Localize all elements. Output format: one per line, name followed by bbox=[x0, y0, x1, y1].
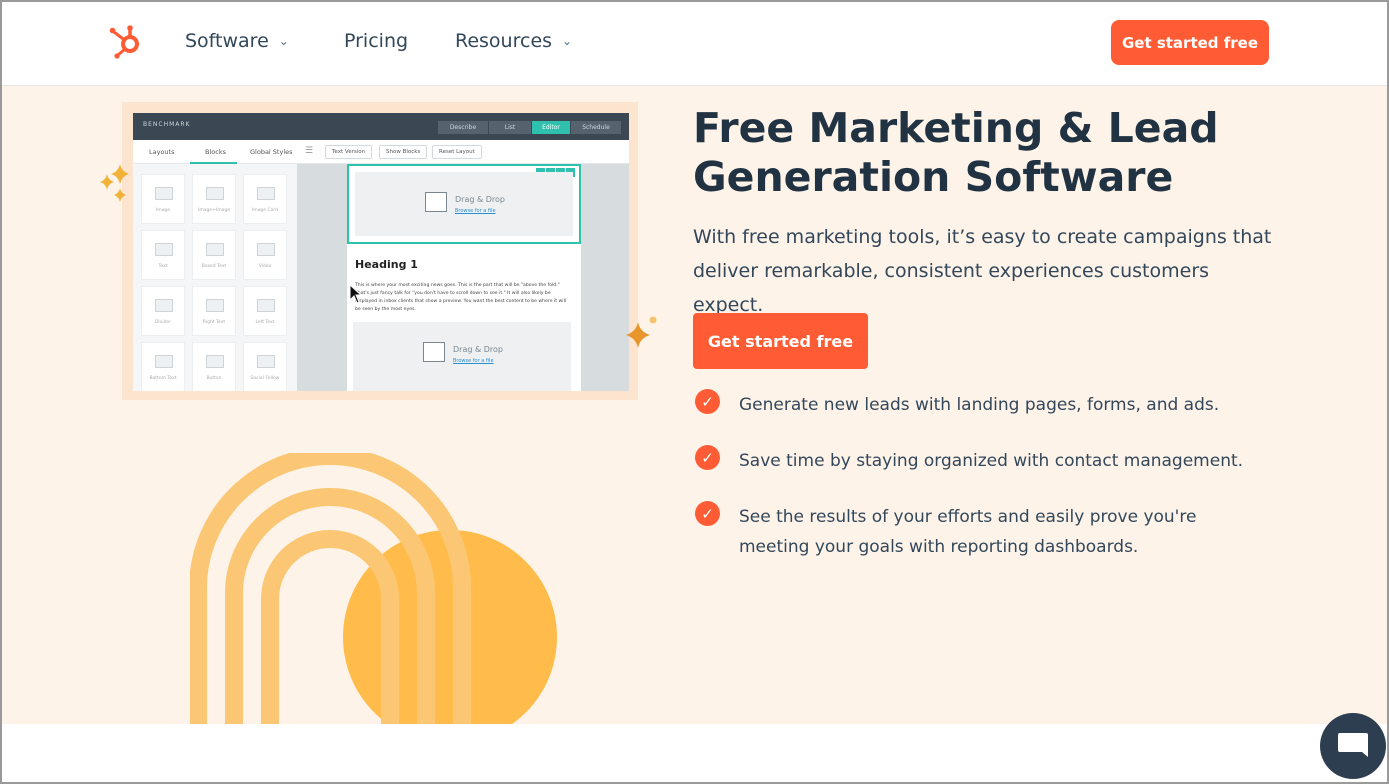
chat-bubble-icon bbox=[1338, 733, 1368, 757]
product-screenshot: BENCHMARK Describe List Editor Schedule … bbox=[133, 113, 629, 391]
benefit-text: Generate new leads with landing pages, f… bbox=[739, 395, 1220, 415]
tab-global-styles: Global Styles bbox=[250, 148, 293, 156]
show-blocks-pill: Show Blocks bbox=[379, 145, 428, 159]
checkmark-icon: ✓ bbox=[695, 445, 720, 470]
browse-link: Browse for a file bbox=[453, 358, 494, 364]
header-get-started-button[interactable]: Get started free bbox=[1111, 20, 1269, 65]
chevron-down-icon: ⌄ bbox=[562, 34, 573, 48]
nav-resources-label: Resources bbox=[455, 30, 553, 52]
block-tile: Image bbox=[141, 174, 185, 224]
checkmark-icon: ✓ bbox=[695, 501, 720, 526]
block-tile: Bottom Text bbox=[141, 342, 185, 391]
step-describe: Describe bbox=[438, 121, 488, 134]
email-heading: Heading 1 bbox=[355, 258, 418, 271]
decorative-arches-graphic bbox=[189, 447, 570, 724]
step-list: List bbox=[489, 121, 531, 134]
nav-pricing-label: Pricing bbox=[344, 30, 409, 52]
nav-software[interactable]: Software ⌄ bbox=[185, 30, 289, 52]
blocks-panel: Image Image+Image Image Card Text Boxed … bbox=[133, 164, 297, 391]
chat-launcher-button[interactable] bbox=[1320, 713, 1386, 779]
block-tile: Text bbox=[141, 230, 185, 280]
nav-software-label: Software bbox=[185, 30, 269, 52]
image-icon bbox=[425, 192, 447, 212]
hero-get-started-button[interactable]: Get started free bbox=[693, 313, 868, 369]
email-preview: Drag & Drop Browse for a file Heading 1 … bbox=[347, 164, 581, 391]
editor-topbar: BENCHMARK Describe List Editor Schedule bbox=[133, 113, 629, 140]
text-version-pill: Text Version bbox=[325, 145, 373, 159]
tab-blocks: Blocks bbox=[205, 148, 226, 156]
chevron-down-icon: ⌄ bbox=[278, 34, 289, 48]
drag-drop-title: Drag & Drop bbox=[455, 195, 505, 204]
block-tile: Boxed Text bbox=[192, 230, 236, 280]
block-tile: Left Text bbox=[243, 286, 287, 336]
nav-resources[interactable]: Resources ⌄ bbox=[455, 30, 572, 52]
drag-drop-zone: Drag & Drop Browse for a file bbox=[347, 164, 581, 244]
editor-brand: BENCHMARK bbox=[143, 121, 191, 128]
image-icon bbox=[423, 342, 445, 362]
page-below-hero bbox=[0, 724, 1389, 784]
block-tile: Right Text bbox=[192, 286, 236, 336]
menu-icon: ☰ bbox=[305, 146, 314, 156]
block-tile: Video bbox=[243, 230, 287, 280]
hubspot-logo-icon[interactable] bbox=[108, 24, 144, 60]
step-editor: Editor bbox=[532, 121, 570, 134]
tab-layouts: Layouts bbox=[149, 148, 175, 156]
editor-tabs: Layouts Blocks Global Styles ☰ Text Vers… bbox=[133, 140, 629, 164]
email-canvas: Drag & Drop Browse for a file Heading 1 … bbox=[297, 164, 629, 391]
step-schedule: Schedule bbox=[571, 121, 621, 134]
mouse-cursor-icon bbox=[349, 283, 363, 308]
benefit-text: See the results of your efforts and easi… bbox=[739, 507, 1197, 557]
hero-title: Free Marketing & Lead Generation Softwar… bbox=[693, 104, 1219, 201]
drag-drop-zone-2: Drag & Drop Browse for a file bbox=[353, 322, 571, 391]
site-header: Software ⌄ Pricing Resources ⌄ Get start… bbox=[0, 0, 1389, 86]
block-tile: Image Card bbox=[243, 174, 287, 224]
hero-subtitle: With free marketing tools, it’s easy to … bbox=[693, 226, 1272, 316]
sparkle-icon bbox=[625, 314, 661, 358]
nav-pricing[interactable]: Pricing bbox=[344, 30, 408, 52]
browse-link: Browse for a file bbox=[455, 208, 496, 214]
block-tile: Button bbox=[192, 342, 236, 391]
sparkle-icon bbox=[98, 164, 134, 210]
email-body: This is where your most exciting news go… bbox=[355, 283, 567, 312]
checkmark-icon: ✓ bbox=[695, 389, 720, 414]
block-tile: Social Follow bbox=[243, 342, 287, 391]
drag-drop-title: Drag & Drop bbox=[453, 345, 503, 354]
block-tile: Image+Image bbox=[192, 174, 236, 224]
hero-section: BENCHMARK Describe List Editor Schedule … bbox=[0, 86, 1389, 724]
block-tile: Divider bbox=[141, 286, 185, 336]
benefit-text: Save time by staying organized with cont… bbox=[739, 451, 1244, 471]
reset-layout-pill: Reset Layout bbox=[432, 145, 482, 159]
